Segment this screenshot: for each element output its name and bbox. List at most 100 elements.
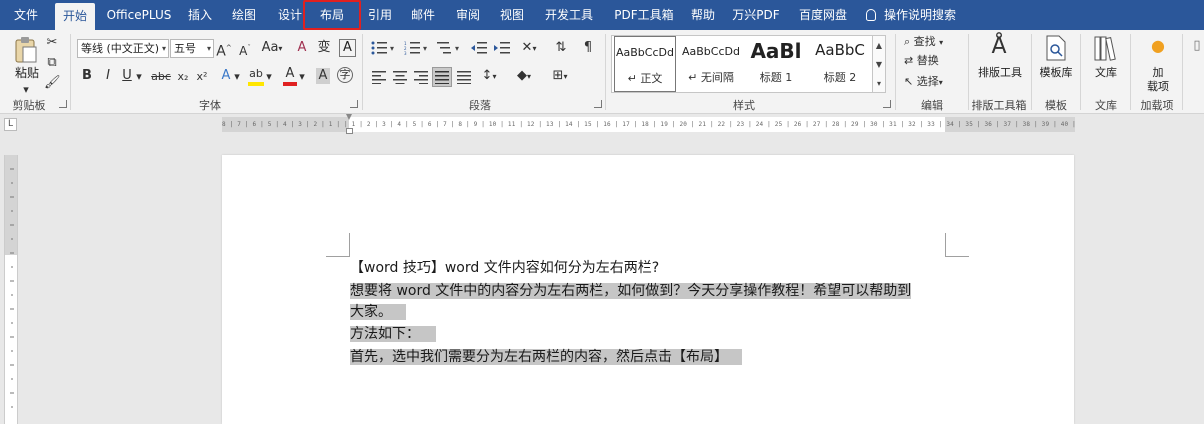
addins-button-line1[interactable]: 加: [1140, 66, 1176, 79]
tab-insert[interactable]: 插入: [180, 0, 220, 30]
template-library-icon[interactable]: [1045, 35, 1067, 61]
tab-home[interactable]: 开始: [55, 3, 95, 30]
doc-text-selected: 首先，选中我们需要分为左右两栏的内容，然后点击【布局】: [350, 349, 742, 365]
show-formatting-icon[interactable]: ¶: [580, 40, 596, 56]
layout-tools-icon[interactable]: Å: [984, 33, 1014, 61]
shading-button[interactable]: ◆▾: [512, 68, 536, 85]
template-library-button[interactable]: 模板库: [1036, 66, 1076, 79]
chevron-down-icon[interactable]: ▼: [873, 55, 885, 74]
tab-stop-selector[interactable]: L: [4, 118, 17, 131]
tell-me-search[interactable]: 操作说明搜索: [866, 0, 956, 30]
clear-format-button[interactable]: A: [294, 40, 310, 56]
increase-indent-icon[interactable]: [494, 41, 510, 55]
align-right-icon[interactable]: [414, 70, 428, 84]
group-separator: [605, 34, 606, 110]
sort-icon[interactable]: ⇅: [553, 40, 569, 56]
shrink-font-button[interactable]: Aˇ: [237, 40, 253, 59]
line-spacing-button[interactable]: ↕▾: [477, 68, 501, 85]
multilevel-list-icon[interactable]: ▾: [437, 41, 463, 55]
tab-mailings[interactable]: 邮件: [403, 0, 443, 30]
document-page[interactable]: 【word 技巧】word 文件内容如何分为左右两栏? 想要将 word 文件中…: [222, 155, 1074, 424]
doc-line-2[interactable]: 大家。: [350, 303, 406, 322]
tab-layout[interactable]: 布局: [303, 0, 361, 30]
font-launcher-icon[interactable]: [350, 100, 358, 108]
vertical-ruler[interactable]: [4, 155, 18, 424]
paste-icon[interactable]: [14, 36, 38, 64]
align-left-icon[interactable]: [372, 70, 386, 84]
chevron-down-icon[interactable]: ▾: [233, 69, 241, 85]
addins-icon[interactable]: ●: [1150, 38, 1166, 54]
replace-button[interactable]: ⇄ 替换: [904, 53, 966, 69]
italic-button[interactable]: I: [101, 68, 115, 84]
strikethrough-button[interactable]: abc: [150, 69, 172, 85]
style-normal[interactable]: AaBbCcDd ↵ 正文: [614, 36, 676, 92]
first-line-indent-marker[interactable]: [346, 114, 353, 136]
align-center-icon[interactable]: [393, 70, 407, 84]
chevron-up-icon[interactable]: ▲: [873, 36, 885, 55]
superscript-button[interactable]: x²: [194, 69, 210, 85]
addins-button-line2[interactable]: 载项: [1140, 80, 1176, 93]
tab-pdf-toolbox[interactable]: PDF工具箱: [607, 0, 681, 30]
doc-line-4[interactable]: 首先，选中我们需要分为左右两栏的内容，然后点击【布局】: [350, 348, 742, 367]
more-styles-icon[interactable]: ▾: [873, 74, 885, 93]
tab-view[interactable]: 视图: [492, 0, 532, 30]
tab-baidu-netdisk[interactable]: 百度网盘: [792, 0, 854, 30]
font-name-combo[interactable]: 等线 (中文正文) ▾: [77, 39, 169, 58]
change-case-button[interactable]: Aa▾: [259, 40, 285, 57]
tab-file[interactable]: 文件: [8, 0, 44, 30]
borders-button[interactable]: ⊞▾: [548, 68, 572, 85]
chevron-down-icon[interactable]: ▾: [265, 69, 273, 85]
font-color-button[interactable]: A: [283, 66, 297, 86]
paste-dropdown-icon[interactable]: ▾: [14, 82, 38, 98]
paragraph-launcher-icon[interactable]: [594, 100, 602, 108]
select-button[interactable]: ↖ 选择▾: [904, 74, 966, 91]
bold-button[interactable]: B: [80, 68, 94, 84]
styles-launcher-icon[interactable]: [883, 100, 891, 108]
cut-off-button[interactable]: ▯: [1190, 38, 1204, 54]
chevron-down-icon[interactable]: ▾: [298, 69, 306, 85]
layout-tools-button[interactable]: 排版工具: [972, 66, 1028, 79]
doc-line-1[interactable]: 想要将 word 文件中的内容分为左右两栏，如何做到？今天分享操作教程！希望可以…: [350, 282, 912, 301]
underline-button[interactable]: U: [120, 68, 134, 84]
tab-references[interactable]: 引用: [360, 0, 400, 30]
justify-button[interactable]: [432, 67, 452, 87]
library-button[interactable]: 文库: [1086, 66, 1126, 79]
bullets-icon[interactable]: ▾: [371, 41, 397, 55]
character-border-button[interactable]: A: [339, 39, 356, 57]
tab-draw[interactable]: 绘图: [224, 0, 264, 30]
distributed-icon[interactable]: [457, 70, 471, 84]
character-shading-button[interactable]: A: [316, 68, 330, 84]
phonetic-guide-button[interactable]: 变: [316, 40, 332, 56]
cut-icon[interactable]: ✂: [44, 35, 60, 51]
tab-wondershare-pdf[interactable]: 万兴PDF: [728, 0, 784, 30]
style-heading-2[interactable]: AaBbC 标题 2: [809, 36, 871, 92]
style-no-spacing[interactable]: AaBbCcDd ↵ 无间隔: [679, 36, 743, 92]
decrease-indent-icon[interactable]: [471, 41, 487, 55]
grow-font-button[interactable]: A^: [216, 40, 232, 60]
clipboard-launcher-icon[interactable]: [59, 100, 67, 108]
subscript-button[interactable]: x₂: [175, 69, 191, 85]
style-name: 标题 2: [823, 71, 857, 84]
font-size-combo[interactable]: 五号 ▾: [170, 39, 214, 58]
chevron-down-icon[interactable]: ▾: [135, 69, 143, 85]
group-separator: [1130, 34, 1131, 110]
tab-officeplus[interactable]: OfficePLUS: [104, 0, 174, 30]
find-button[interactable]: ⌕ 查找 ▾: [904, 34, 966, 51]
highlight-button[interactable]: ab: [248, 66, 264, 86]
format-painter-icon[interactable]: 🖌: [44, 75, 61, 91]
replace-label: 替换: [916, 54, 939, 67]
numbering-icon[interactable]: 1 2 3 ▾: [404, 41, 430, 55]
library-icon[interactable]: [1094, 35, 1118, 61]
tab-review[interactable]: 审阅: [448, 0, 488, 30]
text-effects-button[interactable]: A: [219, 68, 233, 84]
paste-button[interactable]: 粘贴: [10, 67, 44, 80]
tab-help[interactable]: 帮助: [683, 0, 723, 30]
tab-developer[interactable]: 开发工具: [540, 0, 598, 30]
doc-line-title[interactable]: 【word 技巧】word 文件内容如何分为左右两栏?: [350, 259, 659, 278]
copy-icon[interactable]: ⧉: [44, 55, 60, 71]
style-heading-1[interactable]: AaBl 标题 1: [745, 36, 807, 92]
doc-line-3[interactable]: 方法如下：: [350, 325, 436, 344]
enclose-characters-button[interactable]: 字: [337, 67, 353, 83]
asian-layout-button[interactable]: ✕▾: [518, 40, 540, 57]
styles-gallery-scroll[interactable]: ▲ ▼ ▾: [872, 35, 886, 93]
